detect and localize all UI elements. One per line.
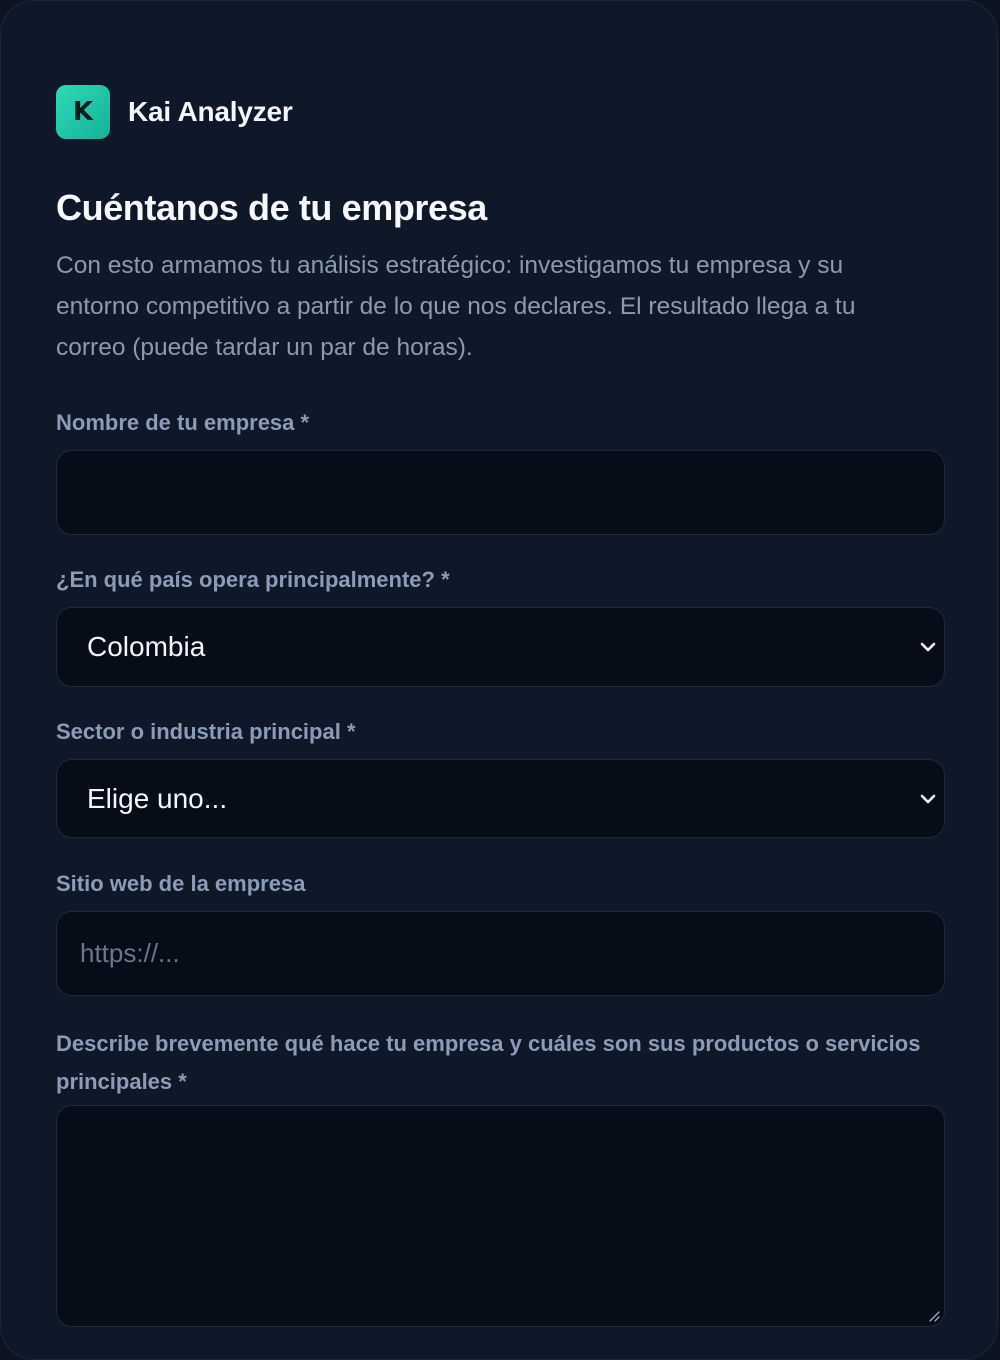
country-select[interactable]: Colombia <box>56 607 945 687</box>
website-placeholder: https://... <box>80 938 180 968</box>
sector-select[interactable]: Elige uno... <box>56 759 945 838</box>
website-label: Sitio web de la empresa <box>56 871 306 896</box>
company-name-input[interactable] <box>56 450 945 535</box>
website-input[interactable]: https://... <box>56 911 945 996</box>
page-intro: Con esto armamos tu análisis estratégico… <box>56 252 856 361</box>
company-name-label: Nombre de tu empresa * <box>56 410 310 435</box>
sector-selected-value: Elige uno... <box>87 782 228 814</box>
form-card: K Kai Analyzer Cuéntanos de tu empresa C… <box>0 0 998 1360</box>
description-textarea[interactable] <box>56 1105 945 1327</box>
brand: K Kai Analyzer <box>56 85 293 139</box>
sector-label: Sector o industria principal * <box>56 719 356 744</box>
chevron-down-icon <box>920 642 936 652</box>
chevron-down-icon <box>920 794 936 803</box>
resize-grip-icon[interactable] <box>926 1308 940 1322</box>
description-label: Describe brevemente qué hace tu empresa … <box>56 1031 921 1094</box>
page-title: Cuéntanos de tu empresa <box>56 187 487 228</box>
brand-logo: K <box>56 85 110 139</box>
country-label: ¿En qué país opera principalmente? * <box>56 567 450 592</box>
country-selected-value: Colombia <box>87 631 206 662</box>
brand-name: Kai Analyzer <box>128 96 293 127</box>
